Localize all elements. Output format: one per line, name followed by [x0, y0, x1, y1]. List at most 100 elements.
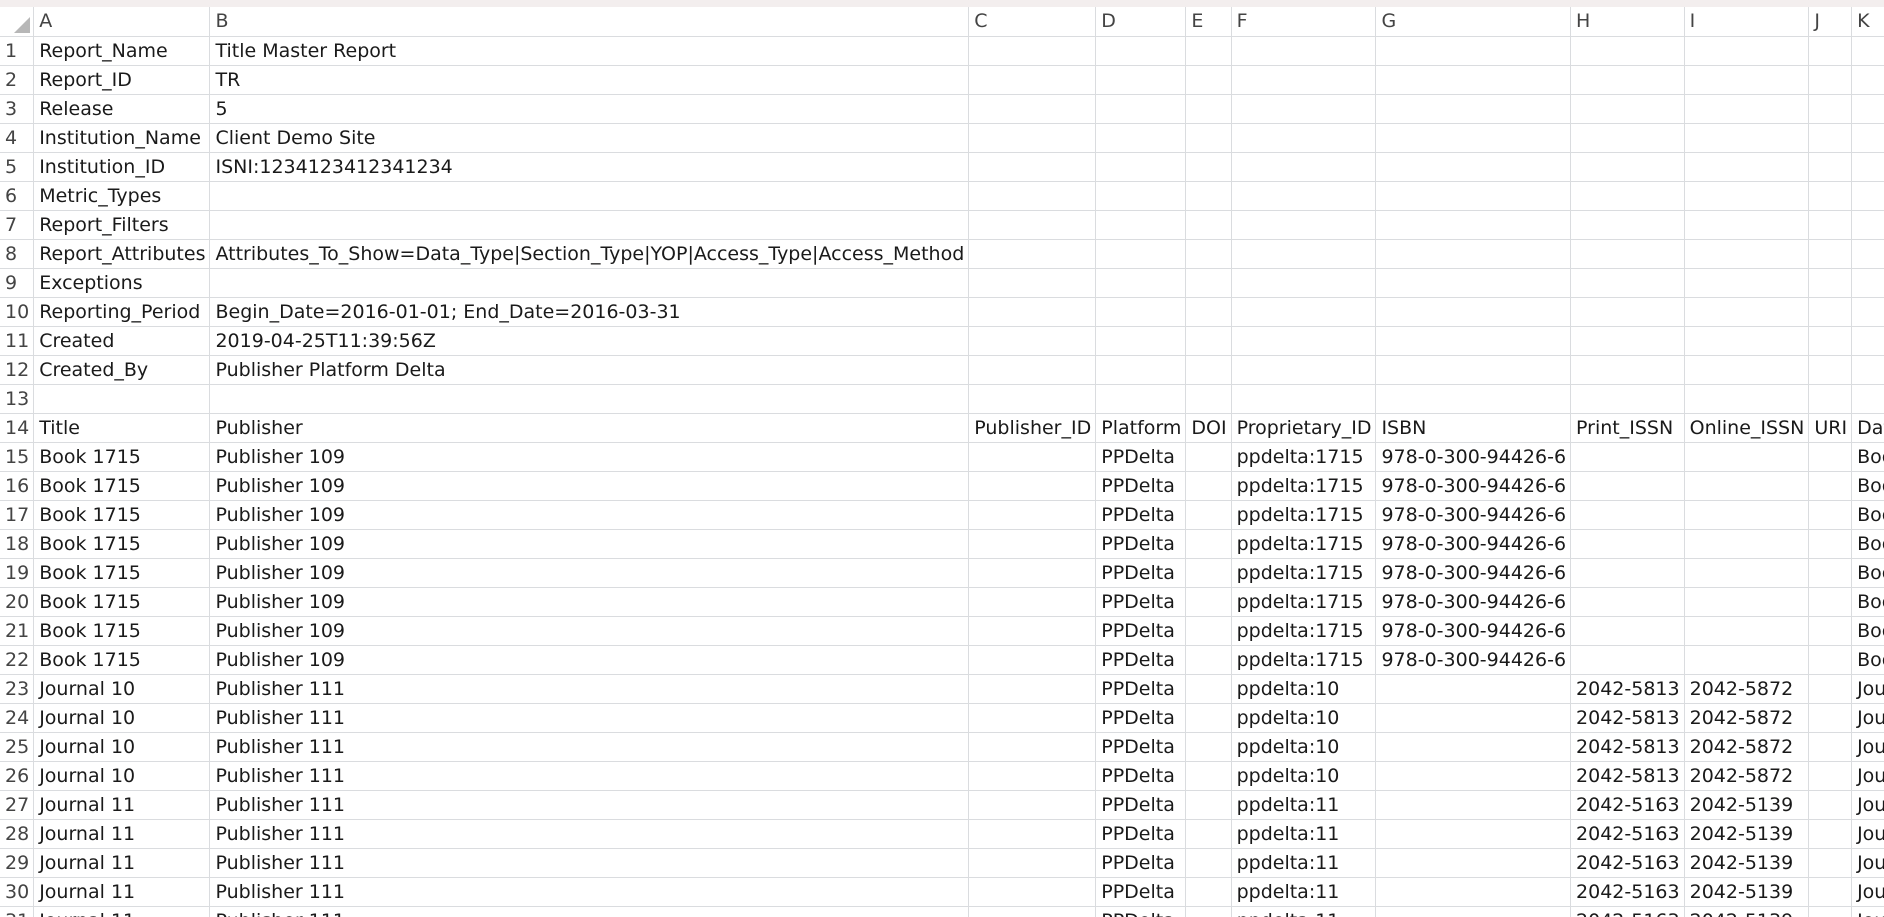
data-cell[interactable]: ppdelta:1715: [1231, 587, 1377, 617]
cell[interactable]: [1185, 326, 1232, 356]
cell[interactable]: [33, 384, 211, 414]
cell[interactable]: [968, 210, 1097, 240]
cell[interactable]: [1185, 181, 1232, 211]
column-header-d[interactable]: D: [1095, 7, 1187, 37]
data-cell[interactable]: Journal: [1851, 906, 1884, 917]
data-cell[interactable]: Publisher 109: [209, 529, 970, 559]
metadata-label-cell[interactable]: Report_Attributes: [33, 239, 211, 269]
row-header[interactable]: 4: [0, 123, 35, 153]
data-cell[interactable]: [968, 587, 1097, 617]
row-header[interactable]: 28: [0, 819, 35, 849]
row-header[interactable]: 26: [0, 761, 35, 791]
data-cell[interactable]: [1375, 703, 1572, 733]
cell[interactable]: [1185, 65, 1232, 95]
row-header[interactable]: 11: [0, 326, 35, 356]
cell[interactable]: [1684, 355, 1810, 385]
cell[interactable]: [1185, 384, 1232, 414]
data-cell[interactable]: 2042-5872: [1684, 761, 1810, 791]
row-header[interactable]: 23: [0, 674, 35, 704]
cell[interactable]: [1375, 297, 1572, 327]
data-cell[interactable]: [1808, 442, 1853, 472]
cell[interactable]: [968, 355, 1097, 385]
data-cell[interactable]: [1185, 529, 1232, 559]
data-cell[interactable]: Book: [1851, 500, 1884, 530]
row-header[interactable]: 8: [0, 239, 35, 269]
data-cell[interactable]: PPDelta: [1095, 471, 1187, 501]
data-cell[interactable]: 978-0-300-94426-6: [1375, 587, 1572, 617]
data-cell[interactable]: [1185, 877, 1232, 907]
cell[interactable]: [1851, 297, 1884, 327]
data-cell[interactable]: ppdelta:1715: [1231, 558, 1377, 588]
row-header[interactable]: 31: [0, 906, 35, 917]
row-header[interactable]: 20: [0, 587, 35, 617]
data-cell[interactable]: [968, 558, 1097, 588]
row-header[interactable]: 1: [0, 36, 35, 66]
data-cell[interactable]: [968, 790, 1097, 820]
data-cell[interactable]: PPDelta: [1095, 616, 1187, 646]
data-cell[interactable]: ppdelta:1715: [1231, 471, 1377, 501]
data-cell[interactable]: [1185, 906, 1232, 917]
cell[interactable]: [1570, 36, 1685, 66]
cell[interactable]: [1231, 152, 1377, 182]
column-header-a[interactable]: A: [33, 7, 211, 37]
cell[interactable]: [1570, 152, 1685, 182]
data-cell[interactable]: Book: [1851, 616, 1884, 646]
data-cell[interactable]: Publisher 109: [209, 500, 970, 530]
cell[interactable]: [1808, 36, 1853, 66]
data-cell[interactable]: [1185, 616, 1232, 646]
data-cell[interactable]: ppdelta:10: [1231, 761, 1377, 791]
data-cell[interactable]: [1808, 471, 1853, 501]
column-header-i[interactable]: I: [1684, 7, 1810, 37]
data-cell[interactable]: [1375, 877, 1572, 907]
cell[interactable]: [1851, 65, 1884, 95]
cell[interactable]: [1570, 239, 1685, 269]
data-cell[interactable]: 2042-5163: [1570, 790, 1685, 820]
data-cell[interactable]: [968, 761, 1097, 791]
data-cell[interactable]: Book 1715: [33, 500, 211, 530]
data-cell[interactable]: Publisher 109: [209, 616, 970, 646]
data-cell[interactable]: 2042-5139: [1684, 819, 1810, 849]
data-cell[interactable]: ppdelta:11: [1231, 819, 1377, 849]
data-cell[interactable]: Publisher 111: [209, 674, 970, 704]
data-cell[interactable]: [1808, 500, 1853, 530]
data-cell[interactable]: 978-0-300-94426-6: [1375, 442, 1572, 472]
data-cell[interactable]: [968, 645, 1097, 675]
cell[interactable]: [1095, 384, 1187, 414]
data-cell[interactable]: [1375, 906, 1572, 917]
row-header[interactable]: 19: [0, 558, 35, 588]
data-cell[interactable]: PPDelta: [1095, 906, 1187, 917]
row-header[interactable]: 5: [0, 152, 35, 182]
data-cell[interactable]: 2042-5813: [1570, 674, 1685, 704]
data-cell[interactable]: Book 1715: [33, 616, 211, 646]
data-cell[interactable]: Journal 11: [33, 877, 211, 907]
cell-table[interactable]: ABCDEFGHIJKLMNO 1Report_NameTitle Master…: [0, 7, 1884, 917]
cell[interactable]: [1231, 355, 1377, 385]
cell[interactable]: [1851, 384, 1884, 414]
row-header[interactable]: 27: [0, 790, 35, 820]
data-cell[interactable]: [1375, 674, 1572, 704]
column-title-cell[interactable]: Publisher_ID: [968, 413, 1097, 443]
cell[interactable]: [968, 36, 1097, 66]
data-cell[interactable]: Publisher 111: [209, 703, 970, 733]
data-cell[interactable]: 978-0-300-94426-6: [1375, 471, 1572, 501]
cell[interactable]: [1185, 355, 1232, 385]
column-header-f[interactable]: F: [1231, 7, 1377, 37]
data-cell[interactable]: [968, 442, 1097, 472]
cell[interactable]: [1684, 94, 1810, 124]
data-cell[interactable]: [968, 616, 1097, 646]
data-cell[interactable]: 2042-5139: [1684, 848, 1810, 878]
data-cell[interactable]: [1808, 732, 1853, 762]
data-cell[interactable]: 978-0-300-94426-6: [1375, 500, 1572, 530]
data-cell[interactable]: [1375, 761, 1572, 791]
cell[interactable]: [968, 65, 1097, 95]
data-cell[interactable]: [1185, 848, 1232, 878]
data-cell[interactable]: Publisher 111: [209, 848, 970, 878]
data-cell[interactable]: 2042-5813: [1570, 703, 1685, 733]
metadata-label-cell[interactable]: Institution_ID: [33, 152, 211, 182]
data-cell[interactable]: [1185, 471, 1232, 501]
data-cell[interactable]: Journal 10: [33, 732, 211, 762]
cell[interactable]: [1684, 65, 1810, 95]
row-header[interactable]: 10: [0, 297, 35, 327]
metadata-label-cell[interactable]: Created: [33, 326, 211, 356]
cell[interactable]: [1375, 94, 1572, 124]
